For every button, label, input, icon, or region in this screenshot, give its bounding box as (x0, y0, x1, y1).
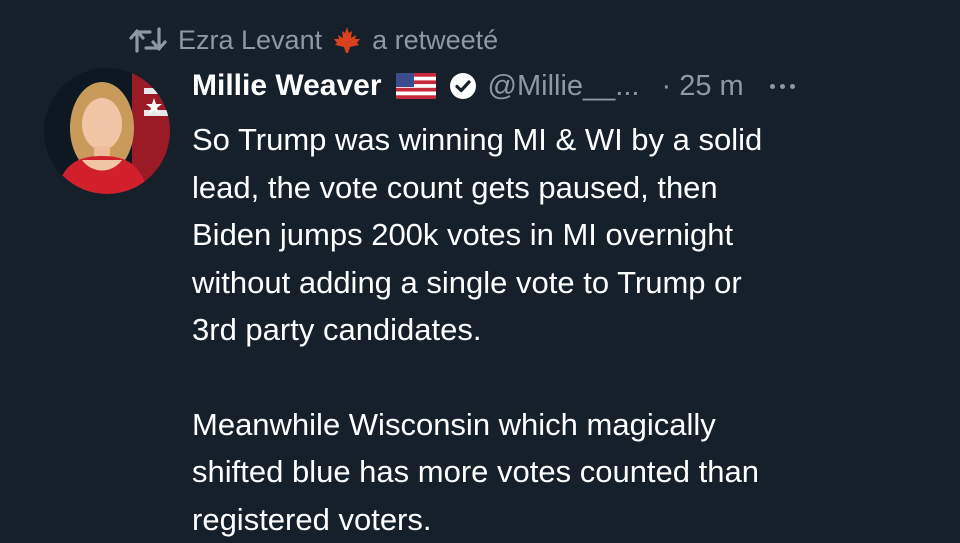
tweet-paragraph: Meanwhile Wisconsin which magically shif… (192, 401, 932, 543)
tweet-timestamp[interactable]: · 25 m (661, 70, 743, 103)
tweet-line: 3rd party candidates. (192, 306, 932, 354)
author-name[interactable]: Millie Weaver (192, 69, 382, 103)
retweet-icon (128, 25, 168, 55)
tweet-line: Meanwhile Wisconsin which magically (192, 401, 932, 449)
profile-avatar[interactable] (44, 68, 170, 194)
verified-badge-icon (448, 71, 478, 101)
tweet-line: lead, the vote count gets paused, then (192, 164, 932, 212)
tweet-line: So Trump was winning MI & WI by a solid (192, 116, 932, 164)
tweet-line: registered voters. (192, 496, 932, 543)
author-handle[interactable]: @Millie__... (488, 70, 640, 103)
maple-leaf-icon (332, 25, 362, 55)
us-flag-icon (396, 73, 436, 99)
tweet-text: So Trump was winning MI & WI by a solid … (192, 116, 932, 543)
retweet-context: Ezra Levant a retweeté (128, 22, 498, 58)
retweeter-name[interactable]: Ezra Levant (178, 25, 322, 56)
retweet-action-text: a retweeté (372, 25, 498, 56)
tweet-line: shifted blue has more votes counted than (192, 448, 932, 496)
tweet-header: Millie Weaver @Millie__... · 25 m (192, 64, 920, 108)
tweet-line: Biden jumps 200k votes in MI overnight (192, 211, 932, 259)
tweet-paragraph: So Trump was winning MI & WI by a solid … (192, 116, 932, 354)
more-options-icon[interactable] (770, 84, 795, 89)
tweet-line: without adding a single vote to Trump or (192, 259, 932, 307)
